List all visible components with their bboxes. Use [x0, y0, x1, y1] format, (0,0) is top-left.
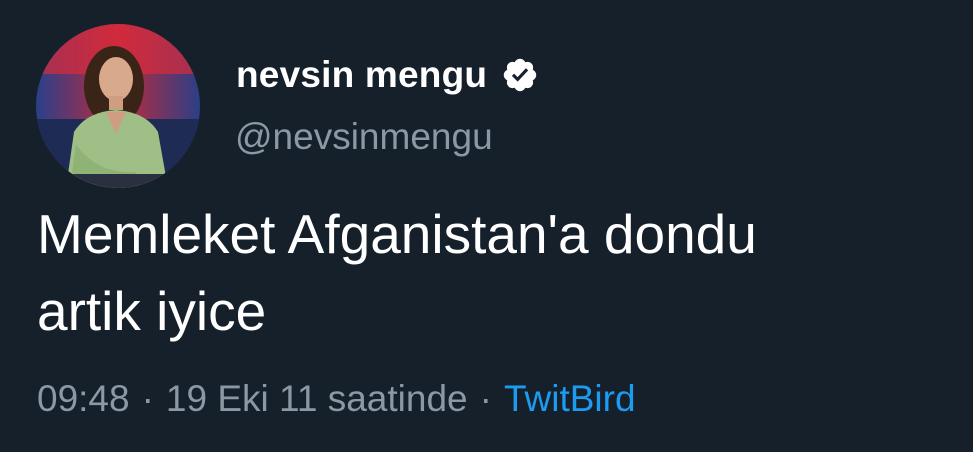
verified-badge-icon [501, 56, 539, 94]
tweet-text-line-2: artik iyice [37, 280, 267, 342]
meta-separator: · [479, 378, 492, 419]
avatar[interactable] [36, 24, 200, 188]
tweet-date[interactable]: 19 Eki 11 saatinde [166, 378, 468, 420]
profile-photo-icon [36, 24, 200, 188]
display-name[interactable]: nevsin mengu [236, 54, 487, 96]
tweet-text-line-1: Memleket Afganistan'a dondu [37, 203, 757, 265]
tweet-time[interactable]: 09:48 [37, 378, 130, 420]
user-handle[interactable]: @nevsinmengu [235, 116, 493, 158]
tweet-meta: 09:48 · 19 Eki 11 saatinde · TwitBird [37, 378, 636, 420]
tweet-source-link[interactable]: TwitBird [504, 378, 636, 420]
meta-separator: · [141, 378, 154, 419]
name-row: nevsin mengu [236, 52, 539, 98]
tweet-text: Memleket Afganistan'a dondu artik iyice [37, 196, 947, 350]
